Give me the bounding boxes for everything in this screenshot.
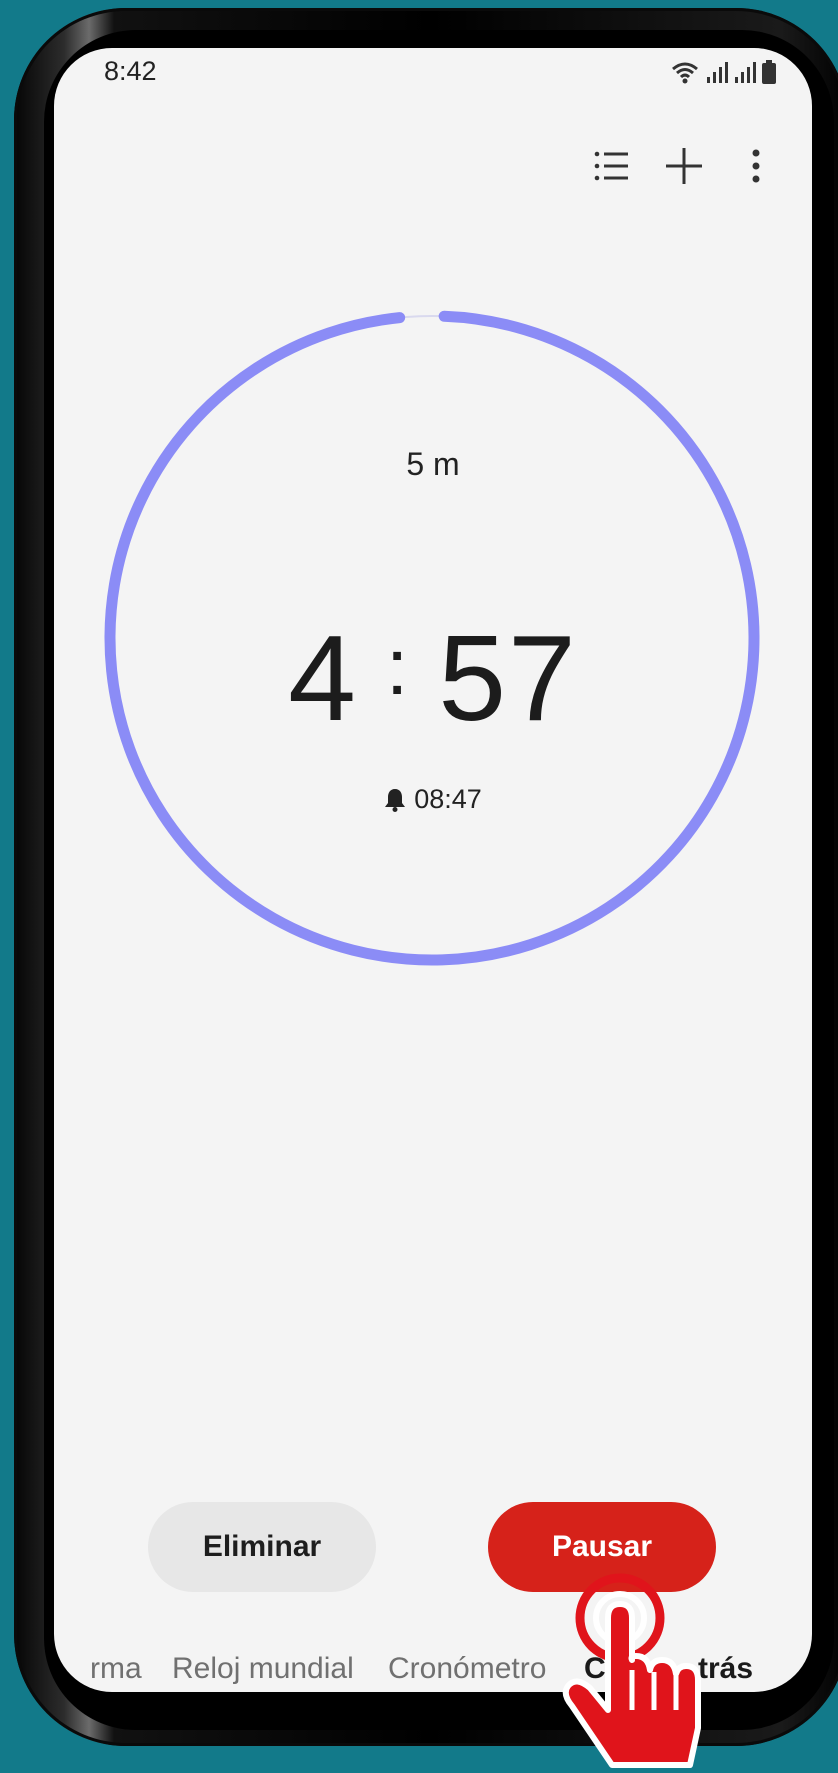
screen: 8:42 5 m 4: 57 08:47 Eliminar Pausar rm…	[54, 48, 812, 1692]
alarm-end-time: 08:47	[54, 784, 812, 815]
top-action-bar	[594, 148, 774, 184]
timer-preset-label: 5 m	[406, 446, 460, 482]
plus-icon[interactable]	[666, 148, 702, 184]
status-icons	[670, 60, 776, 84]
timer-minutes: 4	[288, 610, 358, 746]
timer-remaining: 4:57	[54, 608, 812, 748]
tab-world-clock[interactable]: Reloj mundial	[172, 1652, 354, 1686]
bell-icon	[385, 788, 406, 812]
tab-stopwatch[interactable]: Cronómetro	[388, 1652, 546, 1686]
list-icon[interactable]	[594, 148, 630, 184]
status-time: 8:42	[104, 56, 157, 86]
signal-icon	[735, 62, 756, 83]
wifi-icon	[672, 62, 698, 84]
tab-alarm[interactable]: rma	[90, 1652, 142, 1686]
timer-colon: :	[385, 622, 411, 711]
alarm-time-value: 08:47	[414, 784, 482, 814]
tap-hand-icon	[562, 1573, 701, 1768]
more-vert-icon[interactable]	[738, 148, 774, 184]
signal-icon	[707, 62, 728, 83]
delete-button[interactable]: Eliminar	[148, 1502, 376, 1592]
timer-seconds: 57	[438, 610, 578, 746]
battery-icon	[762, 60, 776, 84]
